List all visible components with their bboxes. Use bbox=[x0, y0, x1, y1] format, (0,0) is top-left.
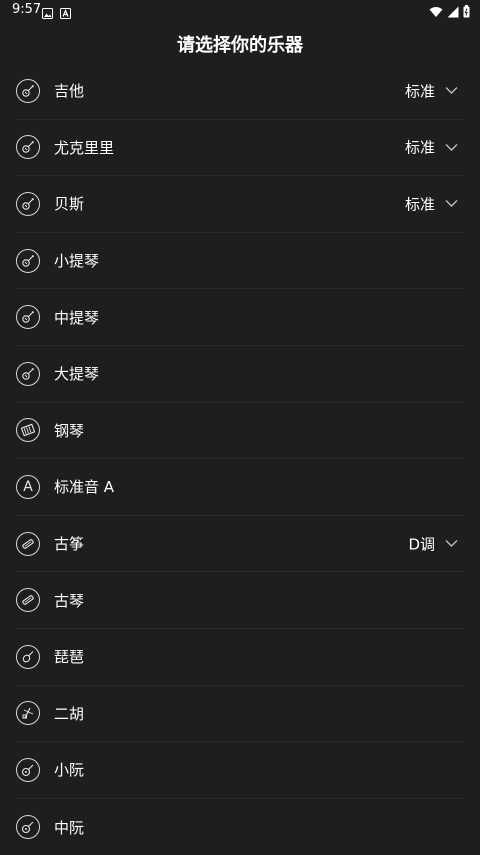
tuning-value: 标准 bbox=[404, 195, 435, 214]
instrument-label: 吉他 bbox=[54, 82, 85, 101]
instrument-label: 钢琴 bbox=[54, 421, 85, 440]
signal-icon bbox=[447, 3, 459, 22]
tuning-selector[interactable]: 标准 bbox=[405, 137, 458, 158]
instrument-row-9[interactable]: 古琴 bbox=[16, 572, 464, 629]
zhongruan-icon bbox=[16, 815, 40, 840]
instrument-label: 中提琴 bbox=[54, 308, 100, 327]
xiaoruan-icon bbox=[16, 757, 40, 782]
instrument-label: 二胡 bbox=[54, 704, 85, 723]
pipa-icon bbox=[16, 644, 40, 669]
tuning-value: 标准 bbox=[404, 138, 435, 157]
violin-icon bbox=[16, 248, 40, 273]
battery-icon bbox=[463, 3, 470, 22]
instrument-row-6[interactable]: 钢琴 bbox=[16, 403, 464, 460]
tuning-selector[interactable]: 标准 bbox=[405, 193, 458, 214]
instrument-list: 吉他 标准 尤克里里 标准 贝斯 标准 小提琴 中提琴 大提琴 钢琴 A 标准音… bbox=[16, 63, 464, 855]
instrument-label: 大提琴 bbox=[54, 365, 100, 384]
instrument-label: 古琴 bbox=[54, 591, 85, 610]
instrument-label: 小提琴 bbox=[54, 252, 100, 271]
instrument-row-4[interactable]: 中提琴 bbox=[16, 289, 464, 346]
instrument-label: 琵琶 bbox=[54, 648, 85, 667]
instrument-label: 尤克里里 bbox=[54, 138, 115, 157]
viola-icon bbox=[16, 305, 40, 330]
tuning-value: 标准 bbox=[404, 82, 435, 101]
image-notification-icon bbox=[42, 4, 53, 23]
tuning-selector[interactable]: D调 bbox=[408, 533, 458, 554]
instrument-row-11[interactable]: 二胡 bbox=[16, 686, 464, 743]
bass-icon bbox=[16, 191, 40, 216]
letter-a-icon: A bbox=[16, 474, 40, 499]
chevron-down-icon bbox=[445, 540, 458, 548]
instrument-row-2[interactable]: 贝斯 标准 bbox=[16, 176, 464, 233]
chevron-down-icon bbox=[445, 143, 458, 151]
status-time: 9:57 bbox=[12, 2, 42, 17]
instrument-label: 古筝 bbox=[54, 535, 85, 554]
status-bar: 9:57 bbox=[0, 0, 480, 22]
cello-icon bbox=[16, 361, 40, 386]
guzheng-icon bbox=[16, 531, 40, 556]
instrument-label: 小阮 bbox=[54, 761, 85, 780]
tuning-value: D调 bbox=[408, 535, 435, 554]
erhu-icon bbox=[16, 701, 40, 726]
guqin-icon bbox=[16, 588, 40, 613]
system-icons bbox=[429, 3, 470, 22]
icon-letter: A bbox=[23, 478, 33, 495]
a-notification-icon bbox=[60, 4, 71, 23]
instrument-label: 中阮 bbox=[54, 818, 85, 837]
instrument-label: 标准音 A bbox=[54, 478, 115, 497]
instrument-row-1[interactable]: 尤克里里 标准 bbox=[16, 120, 464, 177]
tuning-selector[interactable]: 标准 bbox=[405, 80, 458, 101]
notification-icons bbox=[42, 4, 71, 23]
wifi-icon bbox=[429, 3, 443, 22]
chevron-down-icon bbox=[445, 87, 458, 95]
instrument-row-8[interactable]: 古筝 D调 bbox=[16, 516, 464, 573]
ukulele-icon bbox=[16, 135, 40, 160]
instrument-row-12[interactable]: 小阮 bbox=[16, 742, 464, 799]
page-title: 请选择你的乐器 bbox=[177, 35, 303, 56]
piano-icon bbox=[16, 418, 40, 443]
instrument-row-5[interactable]: 大提琴 bbox=[16, 346, 464, 403]
instrument-label: 贝斯 bbox=[54, 195, 85, 214]
instrument-row-7[interactable]: A 标准音 A bbox=[16, 459, 464, 516]
instrument-row-0[interactable]: 吉他 标准 bbox=[16, 63, 464, 120]
instrument-row-10[interactable]: 琵琶 bbox=[16, 629, 464, 686]
instrument-row-13[interactable]: 中阮 bbox=[16, 799, 464, 855]
instrument-row-3[interactable]: 小提琴 bbox=[16, 233, 464, 290]
chevron-down-icon bbox=[445, 200, 458, 208]
guitar-icon bbox=[16, 78, 40, 103]
